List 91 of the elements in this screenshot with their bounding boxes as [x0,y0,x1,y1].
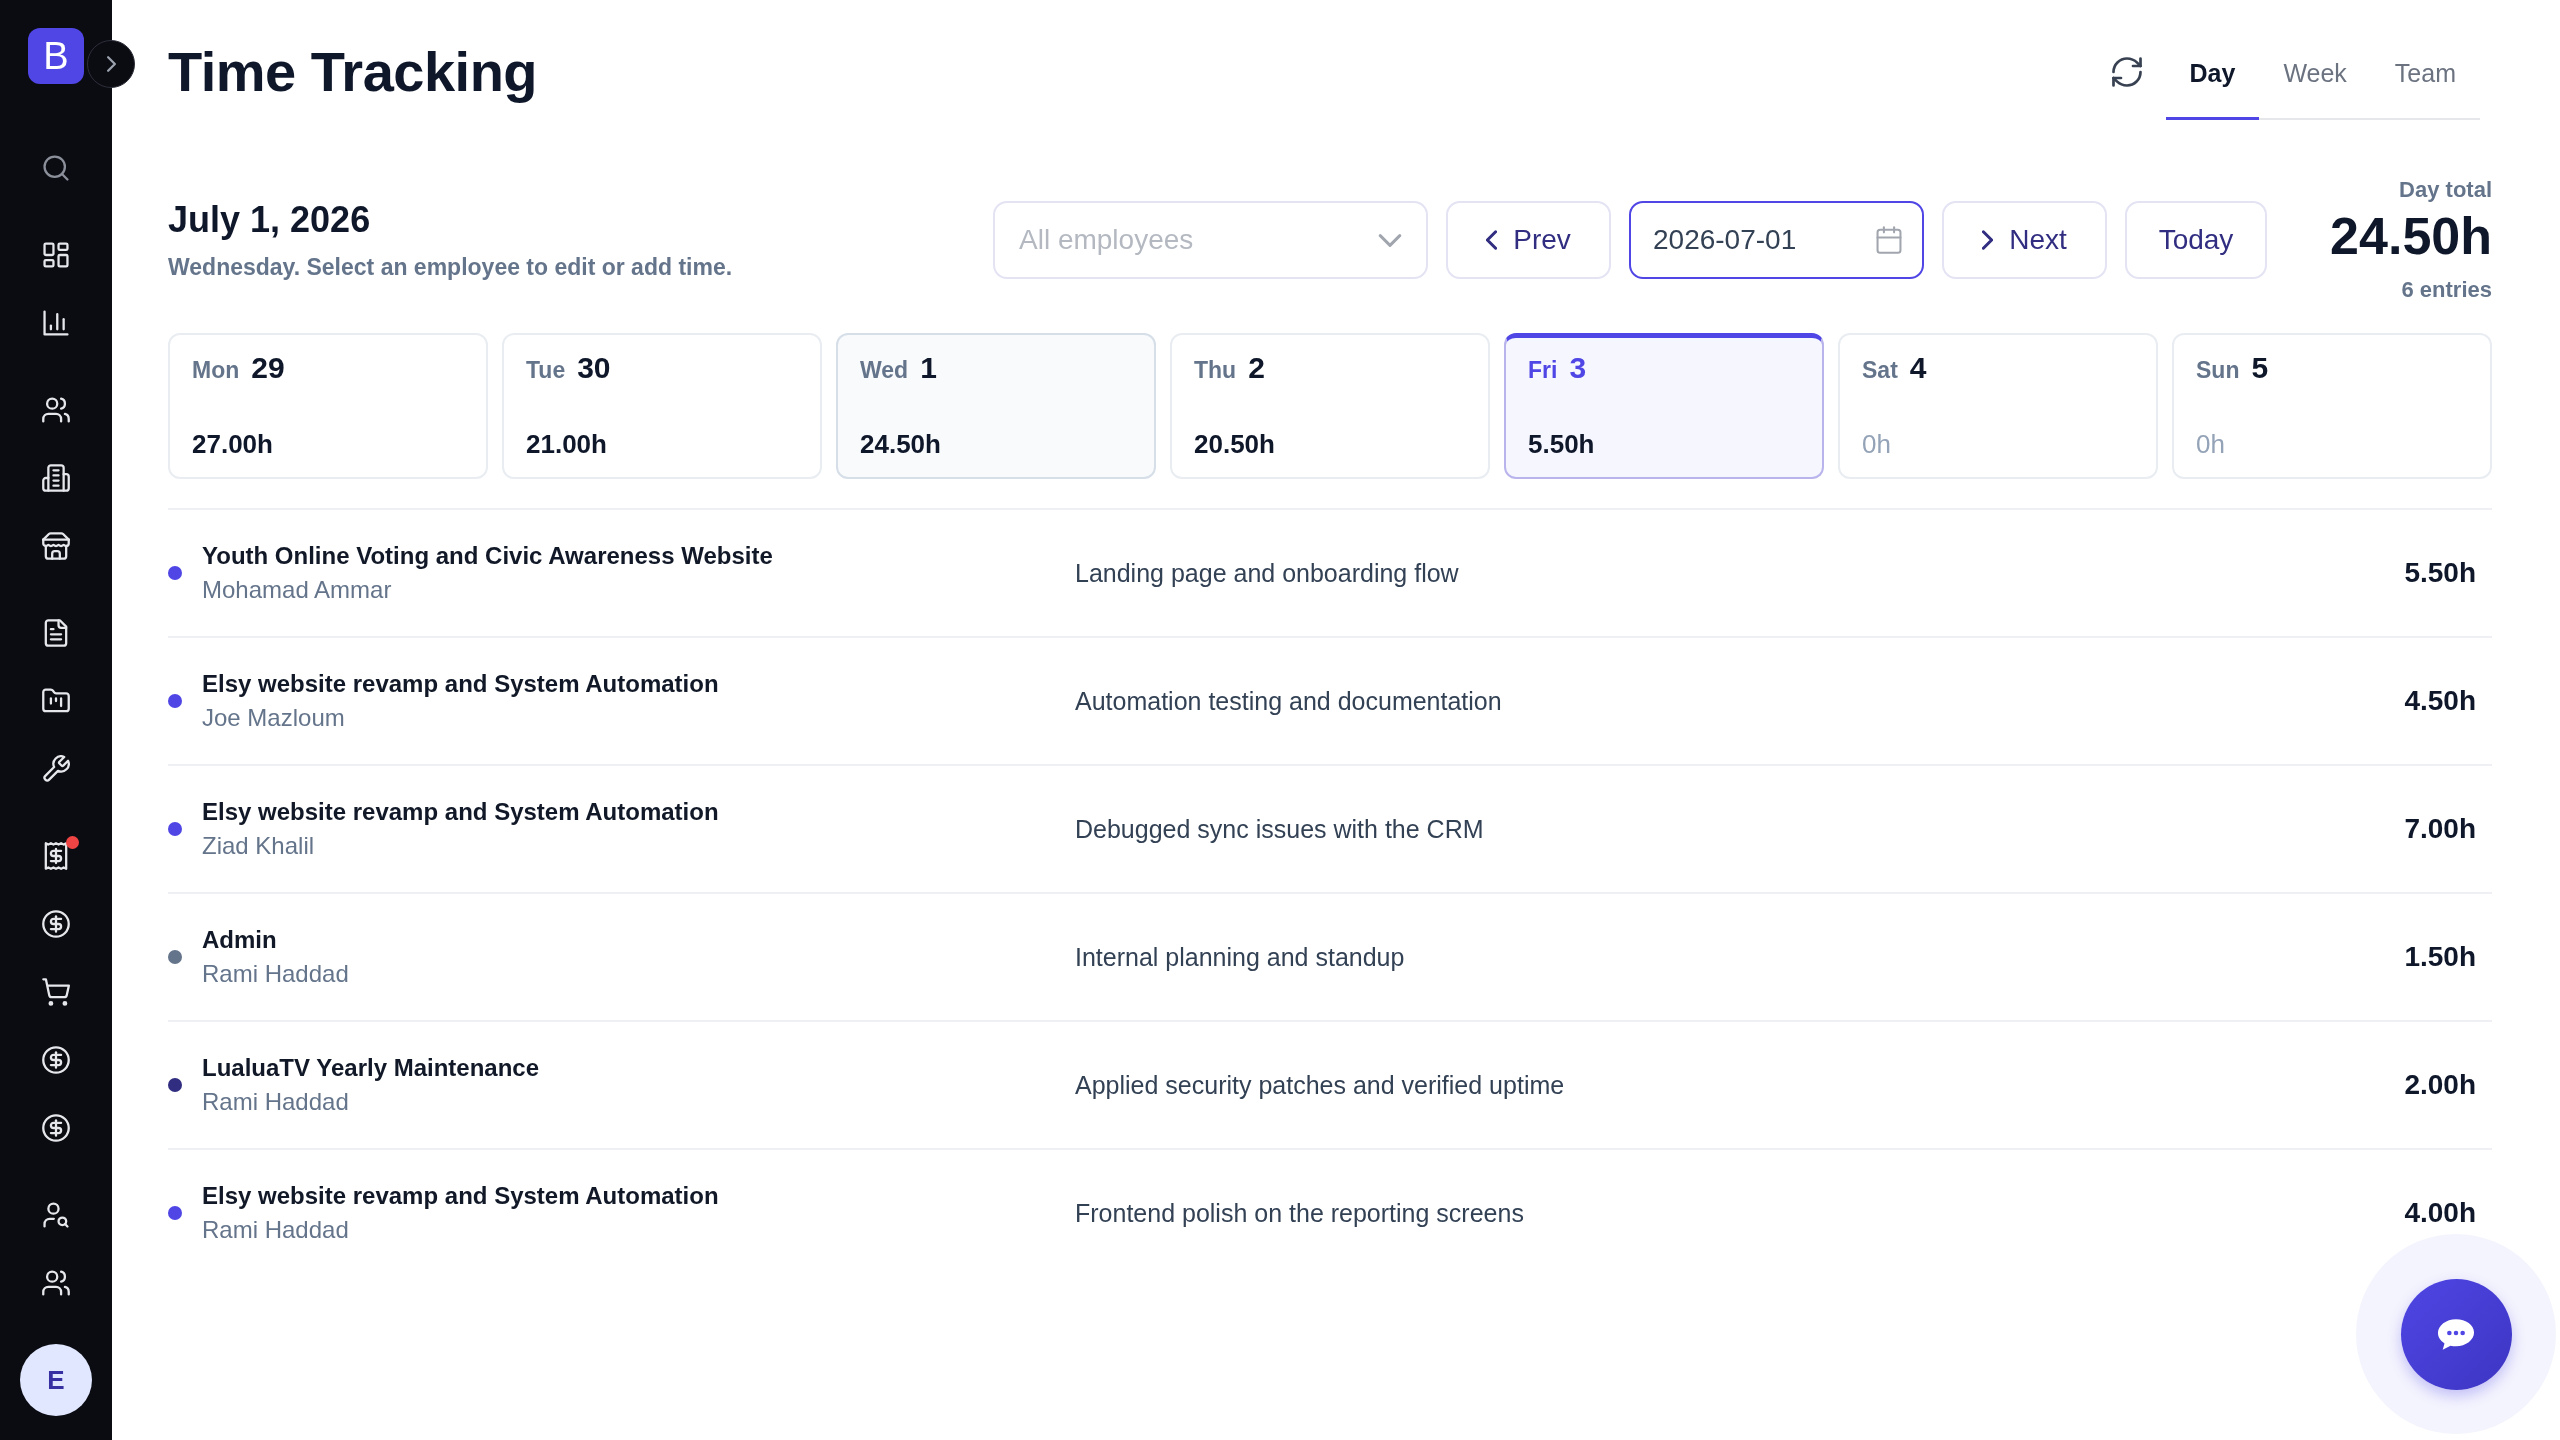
employee-name: Rami Haddad [202,1215,349,1245]
chat-button[interactable] [2400,1278,2512,1390]
day-hours: 27.00h [192,429,273,459]
selected-date: July 1, 2026 [168,198,371,242]
day-name: Wed [860,356,909,385]
today-button[interactable]: Today [2125,201,2267,279]
entry-description: Frontend polish on the reporting screens [1075,1198,1524,1228]
day-number: 30 [577,353,611,383]
day-number: 29 [251,353,285,383]
day-hours: 5.50h [1528,429,1595,459]
chat-bubble-icon [2437,1317,2475,1351]
day-name: Tue [526,356,566,385]
date-input[interactable]: 2026-07-01 [1629,201,1924,279]
entry-count: 6 entries [2401,276,2492,304]
entry-hours: 7.00h [2404,813,2476,845]
wrench-icon[interactable] [42,755,70,783]
project-name: Youth Online Voting and Civic Awareness Website [202,541,773,571]
folder-chart-icon[interactable] [42,687,70,715]
prev-button[interactable]: Prev [1446,201,1611,279]
chevron-left-icon [1486,230,1498,250]
day-hours: 20.50h [1194,429,1275,459]
search-icon[interactable] [42,154,70,182]
users-icon[interactable] [42,1269,70,1297]
chevron-right-icon [1982,230,1994,250]
entry-hours: 5.50h [2404,557,2476,589]
day-name: Thu [1194,356,1237,385]
day-card[interactable]: Sun 5 0h [2172,333,2492,479]
day-card[interactable]: Fri 3 5.50h [1504,333,1824,479]
day-card[interactable]: Sat 4 0h [1838,333,2158,479]
cart-icon[interactable] [42,978,70,1006]
entry-hours: 1.50h [2404,941,2476,973]
day-number: 4 [1909,353,1927,383]
entry-description: Internal planning and standup [1075,942,1405,972]
project-name: Elsy website revamp and System Automation [202,797,719,827]
app-logo[interactable]: B [28,28,84,84]
sidebar-toggle-button[interactable] [87,40,135,88]
day-card[interactable]: Thu 2 20.50h [1170,333,1490,479]
entry-hours: 4.50h [2404,685,2476,717]
day-hours: 0h [2196,429,2225,459]
entry-description: Debugged sync issues with the CRM [1075,814,1484,844]
day-hours: 0h [1862,429,1891,459]
entry-description: Applied security patches and verified uptime [1075,1070,1565,1100]
day-total-label: Day total [2399,176,2492,204]
page-title: Time Tracking [168,42,538,102]
employee-name: Rami Haddad [202,959,349,989]
day-total-value: 24.50h [2330,206,2492,266]
view-tab[interactable]: Day [2165,46,2260,120]
employee-name: Mohamad Ammar [202,575,392,605]
entry-hours: 4.00h [2404,1197,2476,1229]
day-number: 5 [2251,353,2269,383]
store-icon[interactable] [42,532,70,560]
next-button[interactable]: Next [1942,201,2107,279]
project-name: Elsy website revamp and System Automation [202,1181,719,1211]
day-card[interactable]: Tue 30 21.00h [502,333,822,479]
document-icon[interactable] [42,619,70,647]
day-number: 3 [1569,353,1587,383]
day-number: 1 [920,353,937,383]
day-card[interactable]: Wed 1 24.50h [836,333,1156,479]
chevron-right-icon [106,56,116,72]
project-name: LualuaTV Yearly Maintenance [202,1053,540,1083]
view-tab[interactable]: Week [2259,46,2371,120]
employee-name: Joe Mazloum [202,703,345,733]
day-hours: 21.00h [526,429,607,459]
building-icon[interactable] [42,464,70,492]
dollar-circle-icon[interactable] [42,1046,70,1074]
user-search-icon[interactable] [42,1201,70,1229]
dollar-circle-icon[interactable] [42,910,70,938]
day-name: Mon [192,356,240,385]
entry-description: Automation testing and documentation [1075,686,1502,716]
project-name: Admin [202,925,277,955]
day-hours: 24.50h [860,429,941,459]
day-card[interactable]: Mon 29 27.00h [168,333,488,479]
bar-chart-icon[interactable] [42,309,70,337]
user-avatar[interactable]: E [20,1344,92,1416]
view-tab[interactable]: Team [2370,46,2480,120]
users-icon[interactable] [42,396,70,424]
day-number: 2 [1248,353,1265,383]
receipt-icon[interactable] [42,842,70,870]
entry-description: Landing page and onboarding flow [1075,558,1459,588]
day-name: Fri [1528,356,1558,385]
dashboard-grid-icon[interactable] [42,241,70,269]
date-subtitle: Wednesday. Select an employee to edit or add time. [168,253,733,282]
day-name: Sat [1862,356,1898,385]
refresh-icon[interactable] [2111,57,2142,87]
day-name: Sun [2196,356,2240,385]
dollar-circle-icon[interactable] [42,1114,70,1142]
entry-hours: 2.00h [2404,1069,2476,1101]
chevron-down-icon [1378,233,1402,247]
employee-name: Rami Haddad [202,1087,349,1117]
employee-name: Ziad Khalil [202,831,315,861]
project-name: Elsy website revamp and System Automation [202,669,719,699]
